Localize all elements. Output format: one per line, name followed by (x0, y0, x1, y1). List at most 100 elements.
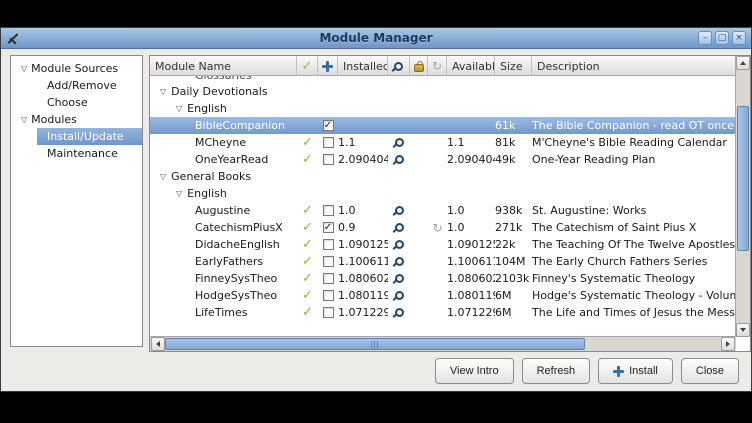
refresh-label: Refresh (537, 365, 576, 377)
size-cell: 49k (495, 151, 532, 168)
sidebar-item-choose[interactable]: Choose (11, 94, 142, 111)
horizontal-scrollbar[interactable] (150, 336, 736, 351)
sidebar-item-add-remove[interactable]: Add/Remove (11, 77, 142, 94)
magnifier-icon[interactable] (395, 240, 404, 249)
table-row[interactable]: Glossaries (150, 76, 736, 83)
install-checkbox-cell (318, 304, 338, 321)
vertical-scrollbar[interactable] (735, 56, 750, 337)
expander-icon[interactable]: ▽ (176, 190, 182, 198)
magnifier-icon[interactable] (395, 308, 404, 317)
install-checkbox[interactable] (323, 273, 334, 284)
close-window-button[interactable]: × (732, 31, 746, 45)
magnifier-cell (388, 134, 410, 151)
install-checkbox[interactable] (323, 205, 334, 216)
header-refresh-icon[interactable]: ↻ (428, 56, 447, 76)
table-row[interactable]: ▽ English (150, 185, 736, 202)
header-magnifier-icon[interactable] (388, 56, 410, 76)
horizontal-scroll-thumb[interactable] (165, 338, 585, 350)
table-row[interactable]: FinneySysTheo✓1.0806021.0806022103kFinne… (150, 270, 736, 287)
magnifier-icon[interactable] (395, 138, 404, 147)
sidebar-item-module-sources[interactable]: ▽Module Sources (11, 60, 142, 77)
close-button[interactable]: Close (681, 358, 739, 384)
header-description[interactable]: Description (532, 56, 736, 76)
table-row[interactable]: ▽English (150, 100, 736, 117)
table-row[interactable]: BibleCompanion✓61kThe Bible Companion - … (150, 117, 736, 134)
install-checkbox[interactable] (323, 154, 334, 165)
refresh-button[interactable]: Refresh (522, 358, 591, 384)
size-cell: 6M (495, 287, 532, 304)
module-name-cell: BibleCompanion (150, 117, 297, 134)
sidebar-item-install-update[interactable]: Install/Update (37, 128, 142, 145)
size-cell: 81k (495, 134, 532, 151)
sidebar-item-maintenance[interactable]: Maintenance (11, 145, 142, 162)
install-checkbox-cell (318, 253, 338, 270)
table-row[interactable]: MCheyne✓1.11.181kM'Cheyne's Bible Readin… (150, 134, 736, 151)
install-checkbox[interactable] (323, 256, 334, 267)
magnifier-icon[interactable] (395, 206, 404, 215)
header-size[interactable]: Size (495, 56, 532, 76)
install-checkbox[interactable]: ✓ (323, 222, 334, 233)
scroll-down-button[interactable] (736, 323, 750, 337)
size-cell: 104M (495, 253, 532, 270)
header-installed-check-icon[interactable]: ✓ (297, 56, 318, 76)
install-checkbox[interactable]: ✓ (323, 120, 334, 131)
magnifier-icon[interactable] (395, 274, 404, 283)
table-row[interactable]: DidacheEnglish✓1.0901251.09012522kThe Te… (150, 236, 736, 253)
vertical-scroll-thumb[interactable] (737, 106, 749, 251)
group-label: English (187, 187, 227, 200)
module-name-cell: HodgeSysTheo (150, 287, 297, 304)
install-checkbox[interactable] (323, 290, 334, 301)
magnifier-icon[interactable] (395, 223, 404, 232)
install-checkbox-cell: ✓ (318, 117, 338, 134)
header-lock-icon[interactable] (410, 56, 428, 76)
table-row[interactable]: OneYearRead✓2.0904042.09040449kOne-Year … (150, 151, 736, 168)
magnifier-cell (388, 219, 410, 236)
table-row[interactable]: EarlyFathers✓1.1006111.100611104MThe Ear… (150, 253, 736, 270)
titlebar[interactable]: Module Manager – □ × (1, 28, 751, 49)
table-row[interactable]: HodgeSysTheo✓1.0801191.0801196MHodge's S… (150, 287, 736, 304)
installed-check-cell: ✓ (297, 304, 318, 321)
install-checkbox-cell (318, 236, 338, 253)
table-row[interactable]: ▽Daily Devotionals (150, 83, 736, 100)
scroll-right-button[interactable] (721, 337, 735, 351)
header-installed[interactable]: Installed (338, 56, 388, 76)
table-row[interactable]: LifeTimes✓1.0712291.0712296MThe Life and… (150, 304, 736, 321)
magnifier-icon[interactable] (395, 155, 404, 164)
arrow-down-icon (740, 328, 746, 332)
magnifier-cell (388, 287, 410, 304)
install-checkbox[interactable] (323, 137, 334, 148)
scroll-left-button[interactable] (151, 337, 165, 351)
sidebar-item-label: Modules (31, 113, 77, 126)
view-intro-button[interactable]: View Intro (435, 358, 514, 384)
size-cell: 2103k (495, 270, 532, 287)
maximize-button[interactable]: □ (715, 31, 729, 45)
table-row[interactable]: CatechismPiusX✓✓0.9↻1.0271kThe Catechism… (150, 219, 736, 236)
magnifier-icon[interactable] (395, 291, 404, 300)
header-available[interactable]: Available (447, 56, 495, 76)
header-install-plus-icon[interactable] (318, 56, 338, 76)
installed-version-cell: 0.9 (338, 219, 388, 236)
magnifier-cell (388, 236, 410, 253)
size-cell: 6M (495, 304, 532, 321)
expander-icon[interactable]: ▽ (160, 88, 166, 96)
available-version-cell (447, 117, 495, 134)
expander-icon[interactable]: ▽ (176, 105, 182, 113)
installed-check-cell: ✓ (297, 287, 318, 304)
window-controls: – □ × (698, 31, 746, 45)
sidebar-item-label: Maintenance (47, 147, 118, 160)
header-module-name[interactable]: Module Name (150, 56, 297, 76)
thumb-grip (371, 341, 380, 348)
scroll-up-button[interactable] (736, 56, 750, 70)
install-checkbox[interactable] (323, 239, 334, 250)
expander-icon[interactable]: ▽ (21, 116, 27, 124)
table-row[interactable]: Augustine✓1.01.0938kSt. Augustine: Works (150, 202, 736, 219)
table-row[interactable]: ▽General Books (150, 168, 736, 185)
install-checkbox[interactable] (323, 307, 334, 318)
expander-icon[interactable]: ▽ (21, 65, 27, 73)
module-manager-window: Module Manager – □ × ▽Module SourcesAdd/… (0, 27, 752, 392)
minimize-button[interactable]: – (698, 31, 712, 45)
install-button[interactable]: Install (598, 358, 673, 384)
expander-icon[interactable]: ▽ (160, 173, 166, 181)
sidebar-item-modules[interactable]: ▽ Modules (11, 111, 142, 128)
magnifier-icon[interactable] (395, 257, 404, 266)
